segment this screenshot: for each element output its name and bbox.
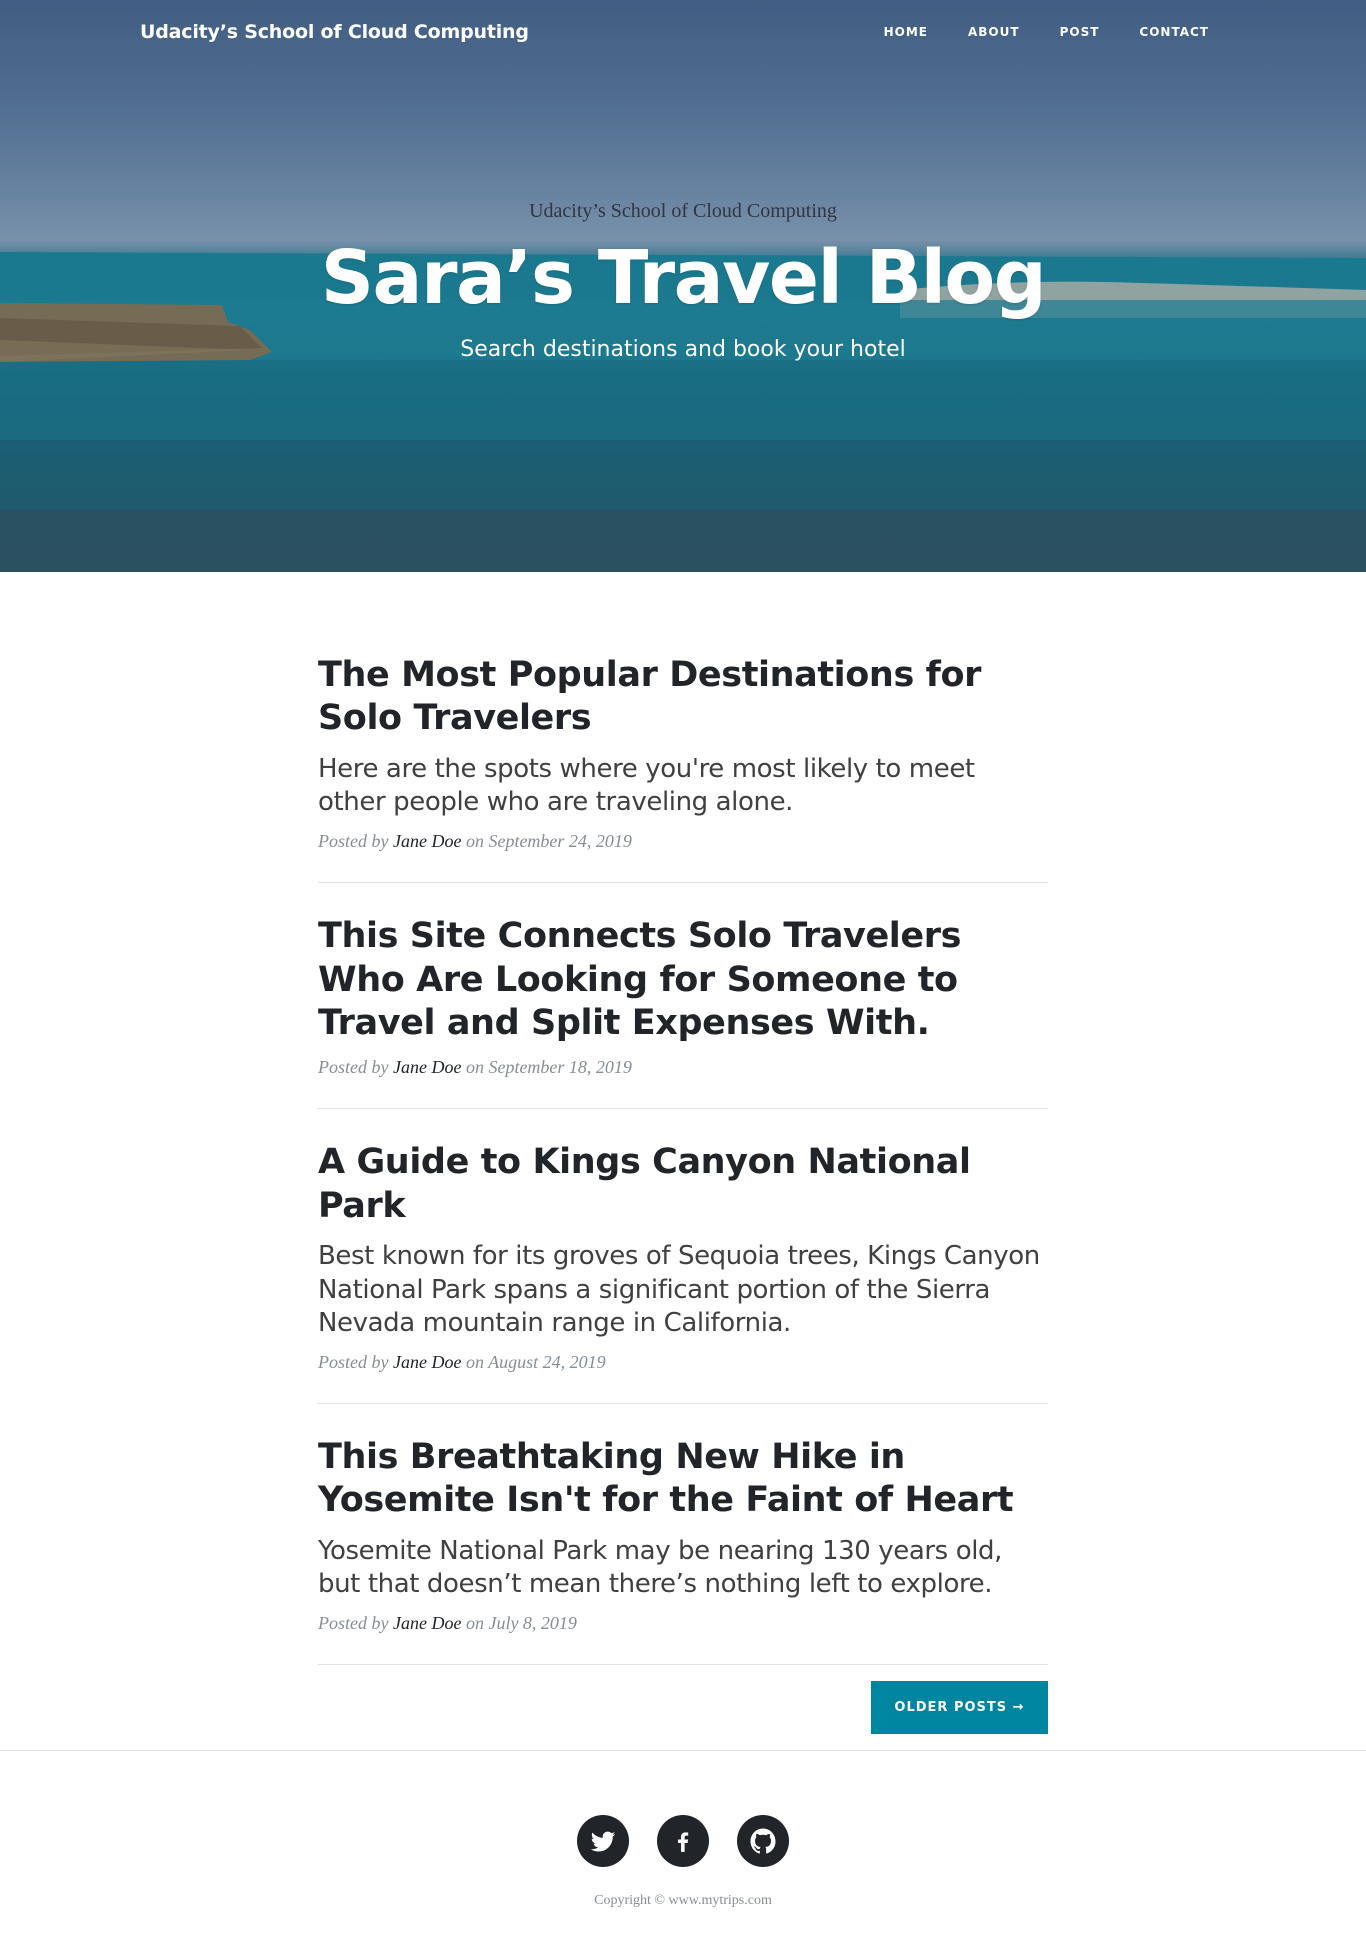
post-link[interactable]: A Guide to Kings Canyon National Park Be… xyxy=(318,1141,1048,1340)
post-meta-on: on xyxy=(465,1613,484,1634)
post-date: July 8, 2019 xyxy=(488,1613,577,1634)
post-subtitle: Here are the spots where you're most lik… xyxy=(318,753,975,818)
hero-kicker: Udacity’s School of Cloud Computing xyxy=(529,200,837,222)
post-meta-posted-by: Posted by xyxy=(318,1352,389,1373)
post-link[interactable]: The Most Popular Destinations for Solo T… xyxy=(318,654,1048,819)
post-meta: Posted by Jane Doe on August 24, 2019 xyxy=(318,1352,1048,1373)
navbar-brand[interactable]: Udacity’s School of Cloud Computing xyxy=(140,21,529,43)
post-subtitle: Best known for its groves of Sequoia tre… xyxy=(318,1241,1040,1338)
older-posts-button[interactable]: OLDER POSTS → xyxy=(871,1681,1048,1735)
nav-link-home[interactable]: HOME xyxy=(864,17,948,47)
post-list: The Most Popular Destinations for Solo T… xyxy=(318,572,1048,1735)
post-date: August 24, 2019 xyxy=(488,1352,606,1373)
nav-link-post[interactable]: POST xyxy=(1040,17,1120,47)
post-preview: This Site Connects Solo Travelers Who Ar… xyxy=(318,915,1048,1078)
site-heading: Udacity’s School of Cloud Computing Sara… xyxy=(0,200,1366,362)
social-links xyxy=(0,1815,1366,1868)
post-title: This Site Connects Solo Travelers Who Ar… xyxy=(318,916,962,1044)
twitter-link[interactable] xyxy=(577,1815,629,1868)
twitter-icon xyxy=(590,1832,616,1852)
post-meta: Posted by Jane Doe on September 24, 2019 xyxy=(318,831,1048,852)
post-meta-posted-by: Posted by xyxy=(318,831,389,852)
post-author-link[interactable]: Jane Doe xyxy=(393,1613,461,1633)
masthead: Udacity’s School of Cloud Computing HOME… xyxy=(0,0,1366,572)
post-meta: Posted by Jane Doe on September 18, 2019 xyxy=(318,1057,1048,1078)
facebook-icon xyxy=(678,1832,689,1853)
nav-link-contact[interactable]: CONTACT xyxy=(1119,17,1209,47)
post-preview: This Breathtaking New Hike in Yosemite I… xyxy=(318,1436,1048,1634)
hero-title: Sara’s Travel Blog xyxy=(320,235,1047,321)
post-author-link[interactable]: Jane Doe xyxy=(393,1352,461,1372)
github-icon xyxy=(750,1828,776,1854)
post-meta: Posted by Jane Doe on July 8, 2019 xyxy=(318,1613,1048,1634)
pager: OLDER POSTS → xyxy=(318,1681,1048,1735)
post-date: September 18, 2019 xyxy=(488,1057,632,1078)
nav-link-about[interactable]: ABOUT xyxy=(948,17,1040,47)
post-divider xyxy=(318,1403,1048,1405)
post-divider xyxy=(318,1108,1048,1110)
post-meta-posted-by: Posted by xyxy=(318,1057,389,1078)
main-navbar: Udacity’s School of Cloud Computing HOME… xyxy=(0,0,1366,64)
github-link[interactable] xyxy=(737,1815,789,1868)
post-title: A Guide to Kings Canyon National Park xyxy=(318,1142,971,1226)
post-meta-on: on xyxy=(465,831,484,852)
post-subtitle: Yosemite National Park may be nearing 13… xyxy=(318,1535,1002,1600)
facebook-link[interactable] xyxy=(657,1815,709,1868)
post-meta-posted-by: Posted by xyxy=(318,1613,389,1634)
post-date: September 24, 2019 xyxy=(488,831,632,852)
post-preview: A Guide to Kings Canyon National Park Be… xyxy=(318,1141,1048,1373)
hero-subtitle: Search destinations and book your hotel xyxy=(460,337,906,362)
post-meta-on: on xyxy=(465,1057,484,1078)
post-divider xyxy=(318,1664,1048,1666)
post-title: This Breathtaking New Hike in Yosemite I… xyxy=(318,1437,1014,1521)
post-meta-on: on xyxy=(465,1352,484,1373)
post-divider xyxy=(318,882,1048,884)
post-link[interactable]: This Breathtaking New Hike in Yosemite I… xyxy=(318,1436,1048,1601)
footer: Copyright © www.mytrips.com xyxy=(0,1750,1366,1909)
post-preview: The Most Popular Destinations for Solo T… xyxy=(318,654,1048,852)
post-title: The Most Popular Destinations for Solo T… xyxy=(318,655,981,739)
copyright: Copyright © www.mytrips.com xyxy=(594,1893,772,1909)
post-link[interactable]: This Site Connects Solo Travelers Who Ar… xyxy=(318,915,1048,1045)
nav-links: HOME ABOUT POST CONTACT xyxy=(864,17,1209,47)
post-author-link[interactable]: Jane Doe xyxy=(393,1057,461,1077)
post-author-link[interactable]: Jane Doe xyxy=(393,831,461,851)
